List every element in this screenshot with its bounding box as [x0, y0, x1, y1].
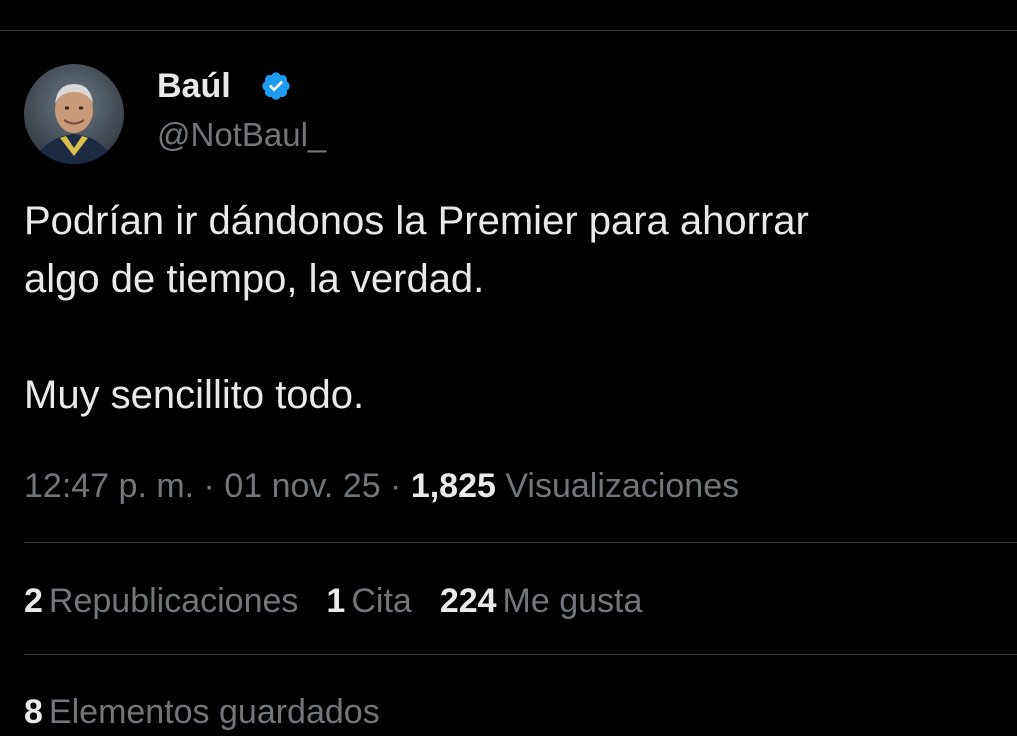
- tweet-date[interactable]: 01 nov. 25: [224, 467, 380, 505]
- views-count: 1,825: [410, 467, 496, 505]
- avatar-image: [24, 64, 124, 164]
- tweet-time[interactable]: 12:47 p. m.: [24, 467, 194, 505]
- top-divider: [0, 30, 1017, 31]
- views-label: Visualizaciones: [495, 467, 740, 505]
- reposts-stat[interactable]: 2 Republicaciones: [24, 577, 298, 625]
- bookmarks-count: 8: [24, 693, 43, 731]
- likes-stat[interactable]: 224 Me gusta: [440, 577, 643, 625]
- author-avatar[interactable]: [24, 64, 124, 164]
- meta-separator: ·: [194, 467, 225, 505]
- quotes-stat[interactable]: 1 Cita: [326, 577, 411, 625]
- divider: [24, 542, 1017, 543]
- bookmarks-stat[interactable]: 8 Elementos guardados: [24, 688, 380, 736]
- likes-label: Me gusta: [502, 582, 643, 620]
- author-name[interactable]: Baúl: [157, 64, 231, 108]
- likes-count: 224: [439, 582, 497, 620]
- divider: [24, 654, 1017, 655]
- tweet-text: Podrían ir dándonos la Premier para ahor…: [24, 199, 809, 417]
- reposts-label: Republicaciones: [48, 582, 299, 620]
- reposts-count: 2: [24, 582, 43, 620]
- quotes-label: Cita: [351, 582, 412, 620]
- tweet-meta: 12:47 p. m. · 01 nov. 25 · 1,825 Visuali…: [24, 462, 739, 510]
- quotes-count: 1: [326, 582, 346, 620]
- verified-badge-icon: [262, 72, 290, 100]
- engagement-stats: 2 Republicaciones 1 Cita 224 Me gusta: [24, 577, 670, 625]
- author-handle[interactable]: @NotBaul_: [157, 113, 326, 157]
- bookmarks-label: Elementos guardados: [48, 693, 380, 731]
- meta-separator: ·: [380, 467, 411, 505]
